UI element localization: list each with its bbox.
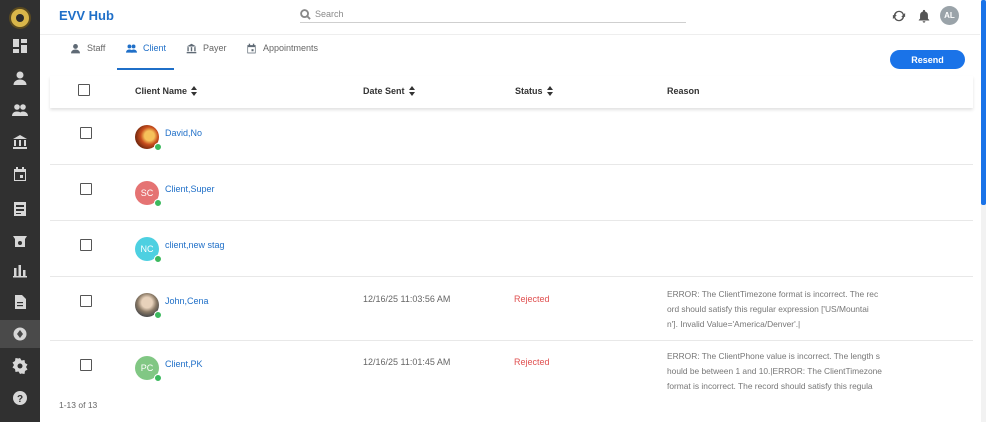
page-scrollbar-thumb[interactable] — [981, 0, 986, 205]
table-row[interactable]: David,No — [50, 110, 973, 165]
reason-line: n']. Invalid Value='America/Denver'.| — [667, 319, 801, 329]
table-row[interactable]: NC client,new stag — [50, 221, 973, 277]
client-avatar-photo — [135, 125, 162, 151]
tab-appointments[interactable]: Appointments — [246, 43, 326, 70]
client-avatar-initials: NC — [140, 244, 154, 254]
person-nav-icon[interactable] — [0, 64, 40, 92]
user-avatar[interactable]: AL — [940, 6, 959, 25]
svg-text:?: ? — [17, 394, 23, 405]
client-avatar-initials: SC — [140, 188, 154, 198]
search-icon — [300, 8, 311, 20]
row-checkbox[interactable] — [80, 359, 92, 371]
row-checkbox[interactable] — [80, 183, 92, 195]
sort-icon[interactable] — [408, 86, 415, 96]
client-name-link[interactable]: Client,Super — [165, 184, 215, 194]
tab-staff-label: Staff — [87, 43, 106, 53]
reason-line: ERROR: The ClientPhone value is incorrec… — [667, 351, 880, 361]
reason-text: ERROR: The ClientPhone value is incorrec… — [667, 349, 889, 391]
tab-payer[interactable]: Payer — [186, 43, 231, 70]
reason-line: ERROR: The ClientTimezone format is inco… — [667, 289, 879, 299]
status-badge: Rejected — [514, 294, 550, 304]
tab-client-label: Client — [143, 43, 167, 53]
reason-line: hould be between 1 and 10.|ERROR: The Cl… — [667, 366, 882, 376]
sort-icon[interactable] — [191, 86, 198, 96]
column-header-reason: Reason — [667, 86, 700, 96]
column-header-client-name[interactable]: Client Name — [135, 86, 198, 96]
table-row[interactable]: PC Client,PK 12/16/25 11:01:45 AM Reject… — [50, 341, 973, 391]
settings-nav-icon[interactable] — [0, 352, 40, 380]
calendar-nav-icon[interactable] — [0, 160, 40, 188]
evv-hub-nav-icon[interactable] — [0, 320, 40, 348]
resend-button[interactable]: Resend — [890, 50, 965, 69]
tab-payer-label: Payer — [203, 43, 227, 53]
sort-icon[interactable] — [546, 86, 553, 96]
billing-nav-icon[interactable] — [0, 227, 40, 255]
help-nav-icon[interactable]: ? — [0, 384, 40, 412]
bank-nav-icon[interactable] — [0, 128, 40, 156]
column-header-date-sent[interactable]: Date Sent — [363, 86, 415, 96]
online-status-dot — [154, 199, 162, 207]
page-title: EVV Hub — [59, 8, 114, 23]
tab-client[interactable]: Client — [117, 43, 174, 70]
date-sent: 12/16/25 11:03:56 AM — [363, 294, 451, 304]
tab-appointments-label: Appointments — [263, 43, 319, 53]
calendar-icon — [247, 43, 256, 54]
column-header-reason-label: Reason — [667, 86, 700, 96]
pagination-count: 1-13 of 13 — [59, 400, 98, 410]
client-name-link[interactable]: client,new stag — [165, 240, 225, 250]
select-all-checkbox[interactable] — [78, 84, 90, 96]
column-header-client-name-label: Client Name — [135, 86, 188, 96]
dashboard-icon[interactable] — [0, 32, 40, 60]
row-checkbox[interactable] — [80, 295, 92, 307]
reason-line: format is incorrect. The record should s… — [667, 381, 873, 391]
document-nav-icon[interactable] — [0, 288, 40, 316]
header-divider — [40, 34, 980, 35]
report-nav-icon[interactable] — [0, 195, 40, 223]
reason-line: ord should satisfy this regular expressi… — [667, 304, 869, 314]
client-avatar-photo — [135, 293, 162, 319]
client-avatar: SC — [135, 181, 162, 207]
search-placeholder: Search — [315, 9, 344, 19]
table-row[interactable]: SC Client,Super — [50, 165, 973, 221]
online-status-dot — [154, 255, 162, 263]
client-name-link[interactable]: David,No — [165, 128, 202, 138]
client-avatar: PC — [135, 356, 162, 382]
date-sent: 12/16/25 11:01:45 AM — [363, 357, 451, 367]
client-avatar: NC — [135, 237, 162, 263]
people-nav-icon[interactable] — [0, 96, 40, 124]
online-status-dot — [154, 311, 162, 319]
left-nav-rail: ? — [0, 0, 40, 422]
evv-hub-app: ? EVV Hub Search AL Staff Client Payer A… — [0, 0, 986, 422]
tab-staff[interactable]: Staff — [70, 43, 110, 70]
reason-text: ERROR: The ClientTimezone format is inco… — [667, 287, 889, 332]
client-name-link[interactable]: Client,PK — [165, 359, 203, 369]
column-header-date-sent-label: Date Sent — [363, 86, 405, 96]
table-row[interactable]: John,Cena 12/16/25 11:03:56 AM Rejected … — [50, 277, 973, 341]
column-header-status-label: Status — [515, 86, 543, 96]
client-avatar-initials: PC — [140, 363, 154, 373]
person-icon — [71, 44, 80, 54]
people-icon — [126, 44, 137, 53]
online-status-dot — [154, 374, 162, 382]
search-input[interactable]: Search — [300, 6, 686, 23]
row-checkbox[interactable] — [80, 239, 92, 251]
column-header-status[interactable]: Status — [515, 86, 553, 96]
table-header: Client Name Date Sent Status Reason — [50, 76, 973, 108]
status-badge: Rejected — [514, 357, 550, 367]
online-status-dot — [154, 143, 162, 151]
agency-logo[interactable] — [9, 7, 31, 29]
client-name-link[interactable]: John,Cena — [165, 296, 209, 306]
chart-nav-icon[interactable] — [0, 256, 40, 284]
notification-bell-icon[interactable] — [917, 9, 931, 23]
sync-icon[interactable] — [892, 9, 906, 23]
row-checkbox[interactable] — [80, 127, 92, 139]
bank-icon — [186, 43, 197, 54]
